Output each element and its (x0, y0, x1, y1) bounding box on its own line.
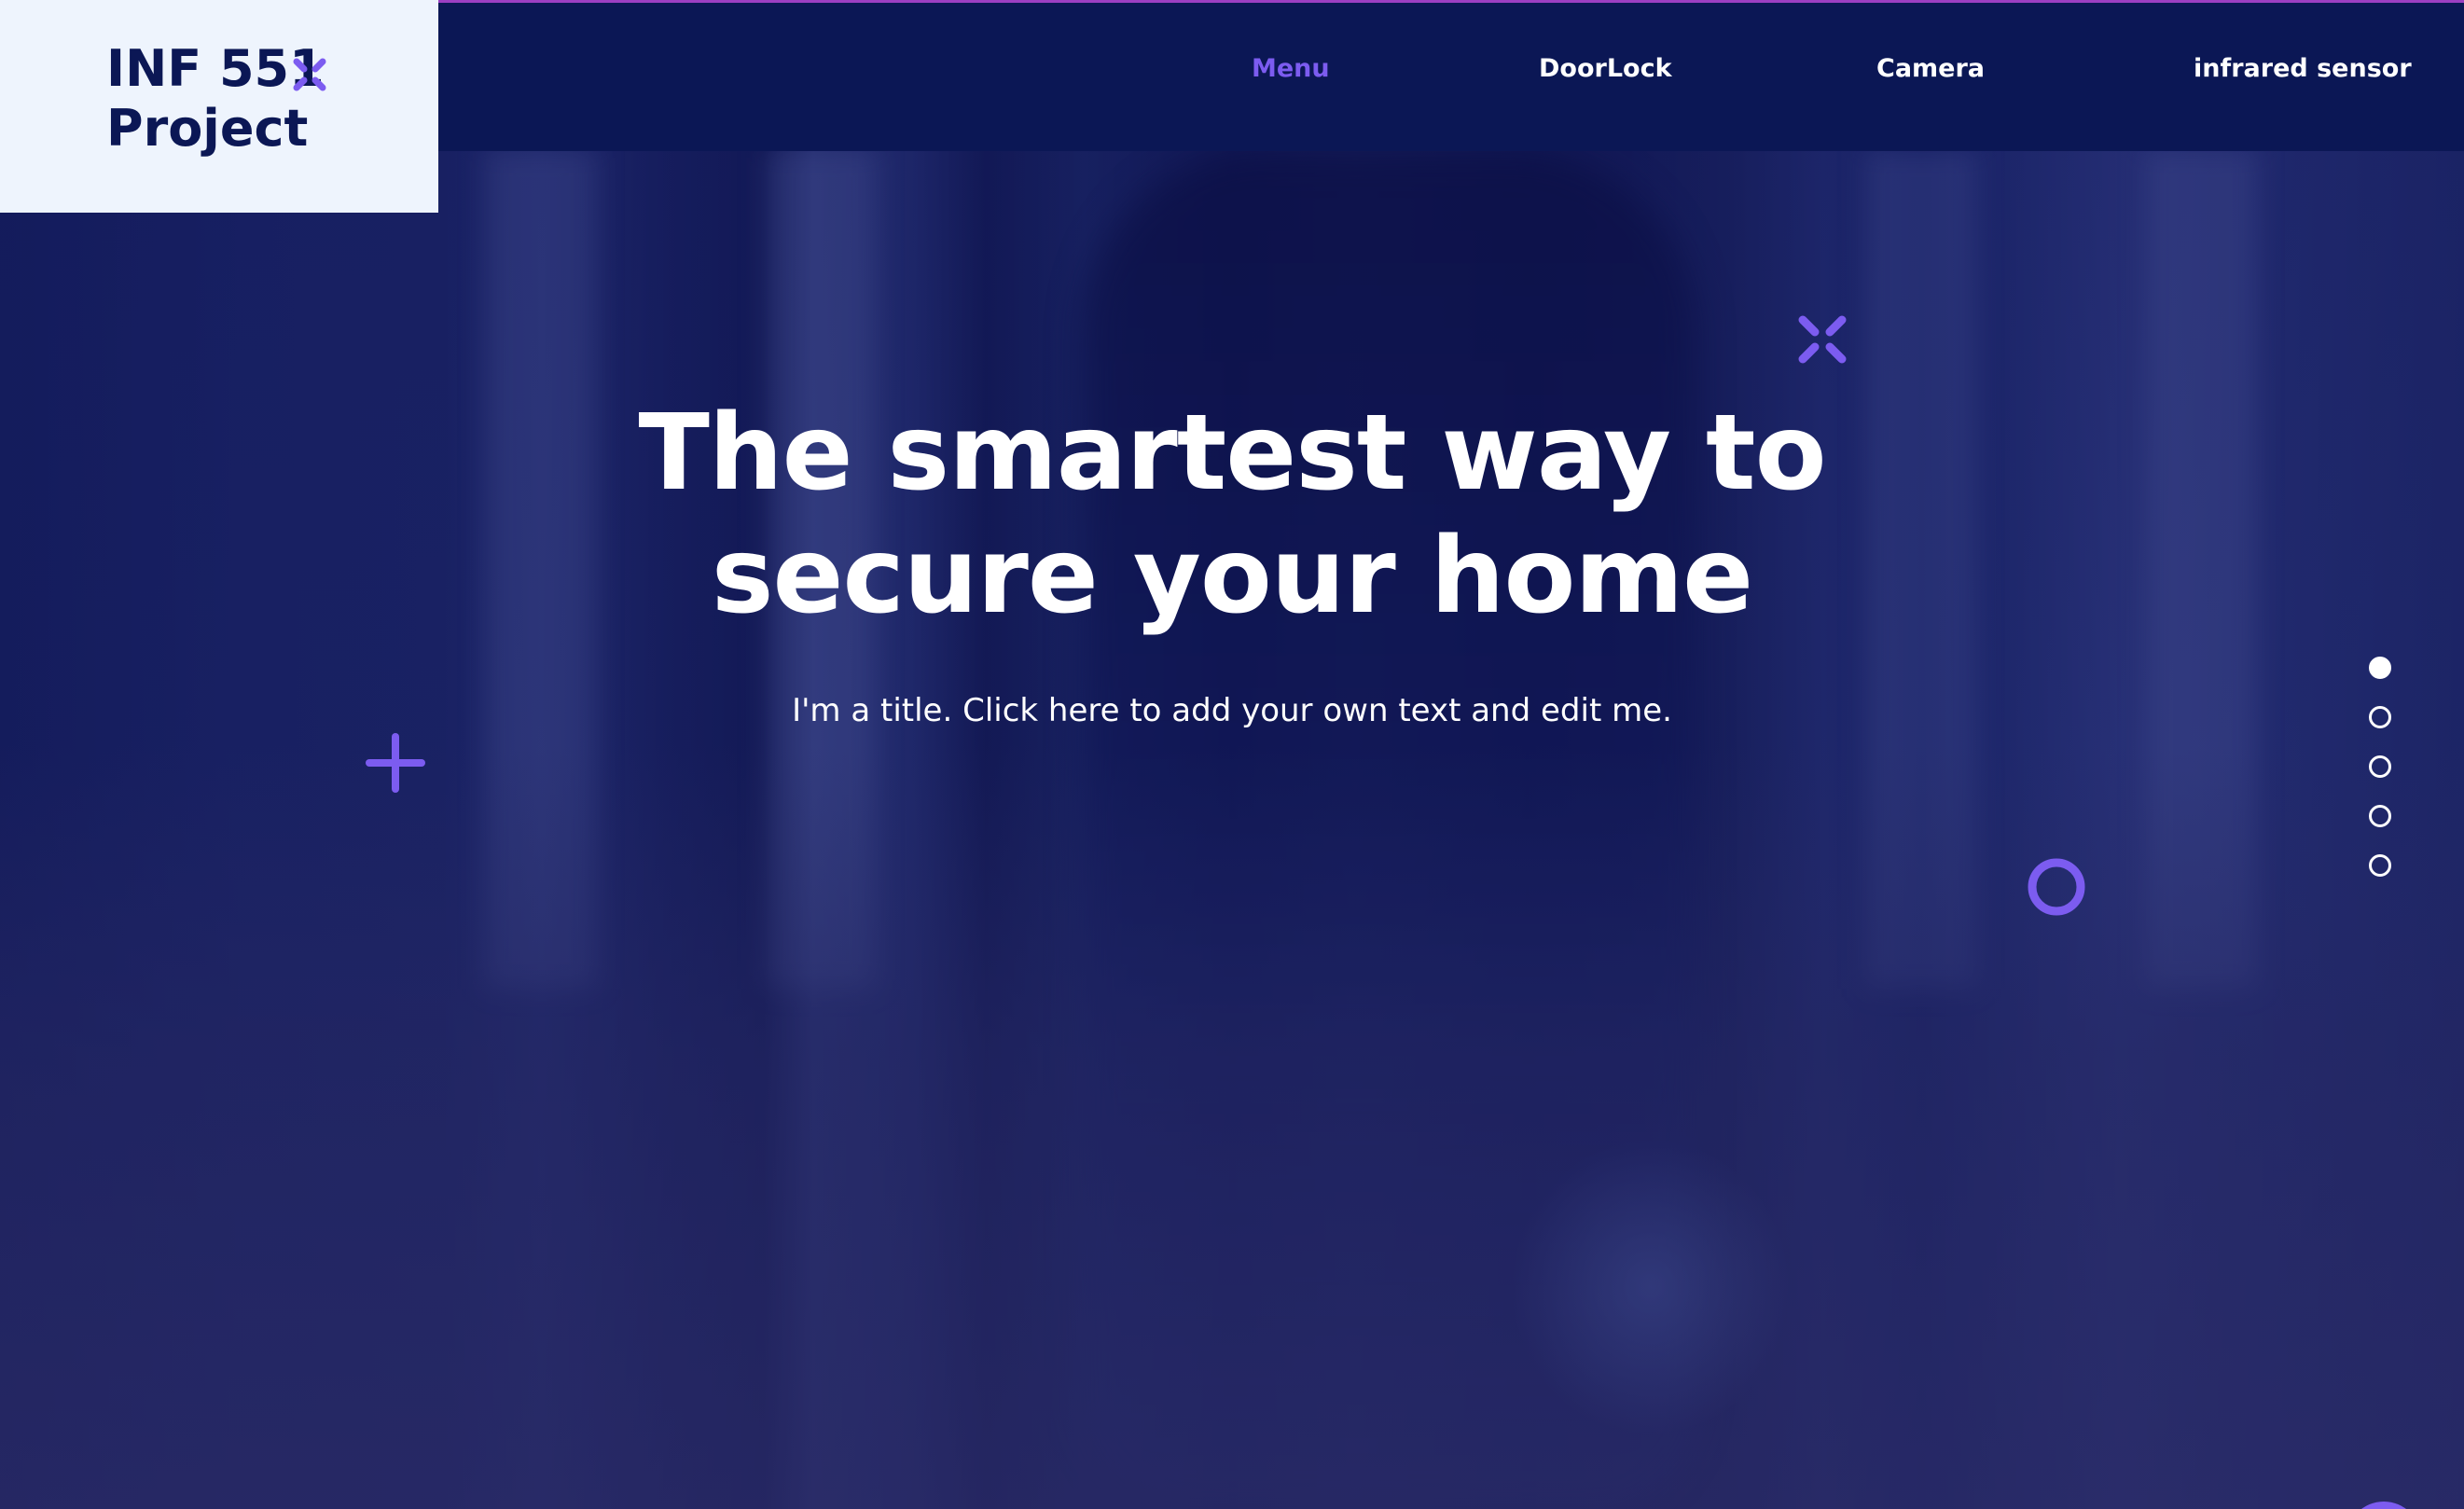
slide-dot-3[interactable] (2369, 755, 2391, 778)
ring-icon (2028, 858, 2085, 916)
bg-floor (0, 744, 2464, 1509)
slide-dot-1[interactable] (2369, 657, 2391, 679)
hero-subtitle[interactable]: I'm a title. Click here to add your own … (0, 692, 2464, 729)
x-mark-icon (1798, 315, 1847, 364)
hero-title-line2: secure your home (711, 516, 1753, 637)
site-logo[interactable]: INF 551 Project (0, 0, 438, 213)
nav-menu[interactable]: Menu (1252, 54, 1330, 83)
nav-doorlock[interactable]: DoorLock (1539, 54, 1672, 83)
nav-camera[interactable]: Camera (1876, 54, 1985, 83)
slide-dot-2[interactable] (2369, 706, 2391, 728)
slide-dot-5[interactable] (2369, 854, 2391, 877)
hero-title-line1: The smartest way to (638, 393, 1826, 514)
slide-dot-4[interactable] (2369, 805, 2391, 827)
page: INF 551 Project Menu DoorLock Camera inf… (0, 0, 2464, 1509)
nav-infrared-sensor[interactable]: infrared sensor (2194, 54, 2412, 83)
hero-title: The smartest way to secure your home (0, 392, 2464, 638)
bg-shoe (1511, 1138, 1791, 1436)
plus-icon (366, 733, 425, 793)
logo-line2: Project (106, 99, 309, 158)
x-mark-icon (293, 58, 326, 91)
slide-dots-nav (2369, 657, 2395, 904)
